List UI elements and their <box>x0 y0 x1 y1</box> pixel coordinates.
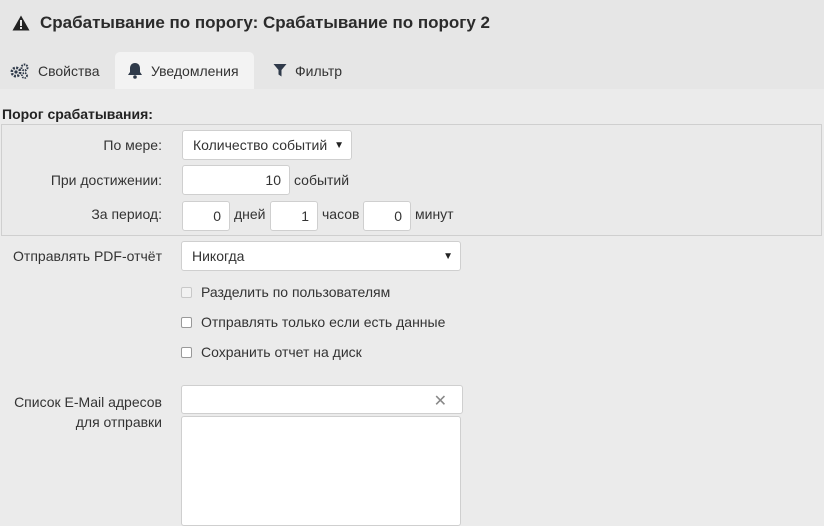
tab-filter[interactable]: Фильтр <box>273 52 353 89</box>
reach-unit: событий <box>294 172 350 188</box>
email-list-label: Список E-Mail адресов для отправки <box>0 392 162 432</box>
reach-count-input[interactable] <box>182 165 290 195</box>
period-minutes-input[interactable] <box>363 201 411 231</box>
pdf-report-label: Отправлять PDF-отчёт <box>13 248 162 264</box>
email-input[interactable]: ✕ <box>181 385 463 414</box>
chevron-down-icon: ▼ <box>443 251 453 262</box>
tab-properties-label: Свойства <box>38 62 100 79</box>
page-title: Срабатывание по порогу: Срабатывание по … <box>40 13 490 32</box>
measure-select[interactable]: Количество событий ▼ <box>182 130 352 160</box>
warning-icon <box>12 13 32 33</box>
split-by-users-checkbox[interactable] <box>181 286 192 298</box>
period-days-input[interactable] <box>182 201 230 231</box>
send-only-with-data-option[interactable]: Отправлять только если есть данные <box>181 314 445 330</box>
days-unit: дней <box>234 206 266 222</box>
pdf-report-select[interactable]: Никогда ▼ <box>181 241 461 271</box>
send-only-with-data-checkbox[interactable] <box>181 316 192 328</box>
save-to-disk-label: Сохранить отчет на диск <box>201 344 362 360</box>
bell-icon <box>127 62 143 79</box>
page-header: Срабатывание по порогу: Срабатывание по … <box>0 0 824 46</box>
measure-label: По мере: <box>103 137 162 153</box>
email-list-label-line1: Список E-Mail адресов <box>14 394 162 410</box>
tab-notifications-label: Уведомления <box>151 62 239 79</box>
period-label: За период: <box>91 206 162 222</box>
tab-bar: Свойства Уведомления Фильтр <box>0 46 824 89</box>
minutes-unit: минут <box>415 206 454 222</box>
tab-properties[interactable]: Свойства <box>10 52 110 89</box>
filter-icon <box>273 63 287 78</box>
email-list-label-line2: для отправки <box>75 414 162 430</box>
close-icon[interactable]: ✕ <box>434 391 447 411</box>
split-by-users-option[interactable]: Разделить по пользователям <box>181 284 390 300</box>
save-to-disk-option[interactable]: Сохранить отчет на диск <box>181 344 362 360</box>
save-to-disk-checkbox[interactable] <box>181 346 192 358</box>
pdf-report-select-value: Никогда <box>192 248 245 264</box>
tab-notifications[interactable]: Уведомления <box>115 52 254 89</box>
threshold-section-label: Порог срабатывания: <box>2 106 153 122</box>
split-by-users-label: Разделить по пользователям <box>201 284 391 300</box>
reach-label: При достижении: <box>50 172 162 188</box>
send-only-with-data-label: Отправлять только если есть данные <box>201 314 446 330</box>
chevron-down-icon: ▼ <box>334 140 344 151</box>
period-hours-input[interactable] <box>270 201 318 231</box>
tab-filter-label: Фильтр <box>295 62 343 79</box>
email-list-box[interactable] <box>181 416 461 526</box>
measure-select-value: Количество событий <box>193 137 328 153</box>
gears-icon <box>10 63 30 79</box>
hours-unit: часов <box>322 206 360 222</box>
